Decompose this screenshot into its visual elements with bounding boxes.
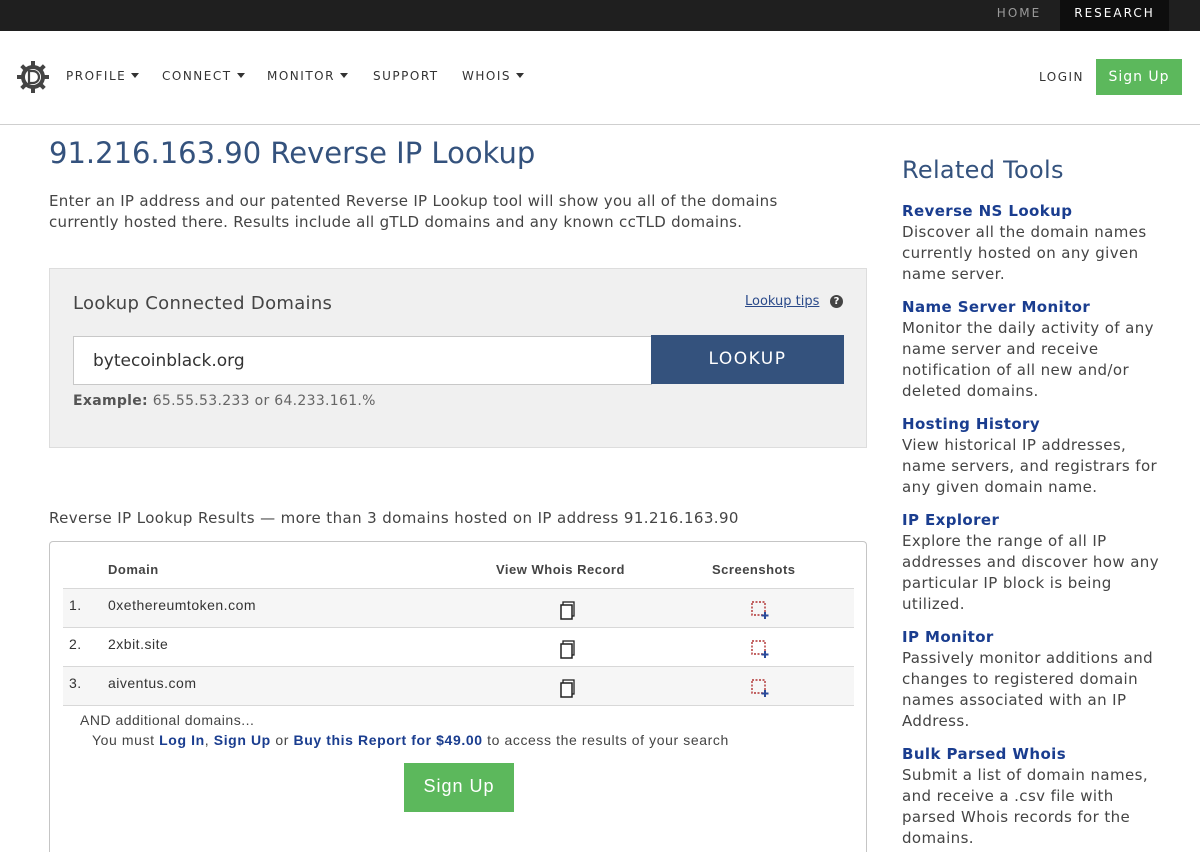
related-tools-title: Related Tools bbox=[902, 156, 1064, 184]
document-icon[interactable] bbox=[560, 679, 576, 698]
tool-description: Explore the range of all IP addresses an… bbox=[902, 532, 1159, 613]
column-header-screenshots: Screenshots bbox=[712, 562, 796, 577]
tool-link[interactable]: Reverse NS Lookup bbox=[902, 201, 1162, 222]
additional-domains-note: AND additional domains... bbox=[80, 712, 255, 728]
lookup-input[interactable] bbox=[73, 336, 652, 385]
signup-results-button[interactable]: Sign Up bbox=[404, 763, 514, 812]
row-domain: 0xethereumtoken.com bbox=[108, 597, 257, 613]
tool-description: View historical IP addresses, name serve… bbox=[902, 436, 1158, 496]
signup-link-inline[interactable]: Sign Up bbox=[214, 732, 271, 748]
tool-description: Submit a list of domain names, and recei… bbox=[902, 766, 1149, 847]
example-text: 65.55.53.233 or 64.233.161.% bbox=[152, 393, 376, 409]
tool-hosting-history: Hosting History View historical IP addre… bbox=[902, 414, 1162, 498]
signup-button[interactable]: Sign Up bbox=[1096, 59, 1182, 95]
table-row: 3. aiventus.com bbox=[63, 666, 854, 705]
top-bar: HOME RESEARCH bbox=[0, 0, 1200, 31]
home-link[interactable]: HOME bbox=[978, 0, 1060, 31]
example-label: Example: bbox=[73, 393, 148, 409]
tool-bulk-parsed-whois: Bulk Parsed Whois Submit a list of domai… bbox=[902, 744, 1162, 849]
tool-link[interactable]: Hosting History bbox=[902, 414, 1162, 435]
row-number: 3. bbox=[69, 675, 82, 691]
lookup-title: Lookup Connected Domains bbox=[73, 293, 333, 314]
tool-link[interactable]: IP Monitor bbox=[902, 627, 1162, 648]
lookup-tips-link[interactable]: Lookup tips bbox=[745, 294, 819, 309]
nav-profile[interactable]: PROFILE bbox=[66, 69, 140, 83]
column-header-whois: View Whois Record bbox=[496, 562, 625, 577]
tool-reverse-ns-lookup: Reverse NS Lookup Discover all the domai… bbox=[902, 201, 1162, 285]
tool-link[interactable]: IP Explorer bbox=[902, 510, 1162, 531]
nav-monitor[interactable]: MONITOR bbox=[267, 69, 348, 83]
login-link-inline[interactable]: Log In bbox=[159, 732, 205, 748]
page-title: 91.216.163.90 Reverse IP Lookup bbox=[49, 136, 536, 170]
intro-text: Enter an IP address and our patented Rev… bbox=[49, 192, 778, 231]
table-divider bbox=[63, 705, 854, 706]
must-prefix: You must bbox=[92, 732, 155, 748]
screenshot-icon[interactable] bbox=[751, 601, 771, 620]
nav-whois-label: WHOIS bbox=[462, 69, 511, 83]
caret-down-icon bbox=[131, 73, 140, 78]
access-message: You must Log In, Sign Up or Buy this Rep… bbox=[92, 732, 729, 748]
nav-monitor-label: MONITOR bbox=[267, 69, 335, 83]
example-hint: Example: 65.55.53.233 or 64.233.161.% bbox=[73, 393, 376, 409]
tool-description: Passively monitor additions and changes … bbox=[902, 649, 1154, 730]
nav-support-label: SUPPORT bbox=[373, 69, 439, 83]
tool-description: Monitor the daily activity of any name s… bbox=[902, 319, 1154, 400]
question-icon[interactable]: ? bbox=[830, 295, 843, 308]
or-text: or bbox=[275, 732, 289, 748]
tool-ip-explorer: IP Explorer Explore the range of all IP … bbox=[902, 510, 1162, 615]
login-link[interactable]: LOGIN bbox=[1039, 70, 1084, 84]
nav-support[interactable]: SUPPORT bbox=[373, 69, 439, 83]
must-suffix: to access the results of your search bbox=[487, 732, 729, 748]
table-row: 1. 0xethereumtoken.com bbox=[63, 588, 854, 627]
main-header: PROFILE CONNECT MONITOR SUPPORT WHOIS LO… bbox=[0, 31, 1200, 125]
research-link[interactable]: RESEARCH bbox=[1060, 0, 1169, 31]
row-domain: aiventus.com bbox=[108, 675, 197, 691]
results-table: Domain View Whois Record Screenshots 1. … bbox=[49, 541, 867, 852]
tool-link[interactable]: Bulk Parsed Whois bbox=[902, 744, 1162, 765]
screenshot-icon[interactable] bbox=[751, 679, 771, 698]
document-icon[interactable] bbox=[560, 601, 576, 620]
comma: , bbox=[204, 732, 210, 748]
nav-whois[interactable]: WHOIS bbox=[462, 69, 524, 83]
tool-name-server-monitor: Name Server Monitor Monitor the daily ac… bbox=[902, 297, 1162, 402]
nav-connect-label: CONNECT bbox=[162, 69, 232, 83]
logo-icon[interactable] bbox=[16, 60, 50, 94]
buy-report-link[interactable]: Buy this Report for $49.00 bbox=[294, 732, 483, 748]
caret-down-icon bbox=[516, 73, 524, 78]
tool-ip-monitor: IP Monitor Passively monitor additions a… bbox=[902, 627, 1162, 732]
nav-connect[interactable]: CONNECT bbox=[162, 69, 245, 83]
lookup-panel: Lookup Connected Domains Lookup tips ? L… bbox=[49, 268, 867, 448]
row-number: 2. bbox=[69, 636, 82, 652]
screenshot-icon[interactable] bbox=[751, 640, 771, 659]
row-number: 1. bbox=[69, 597, 82, 613]
row-domain: 2xbit.site bbox=[108, 636, 169, 652]
lookup-button[interactable]: LOOKUP bbox=[651, 335, 844, 384]
tool-link[interactable]: Name Server Monitor bbox=[902, 297, 1162, 318]
caret-down-icon bbox=[339, 73, 348, 78]
results-heading: Reverse IP Lookup Results — more than 3 … bbox=[49, 509, 739, 527]
tool-description: Discover all the domain names currently … bbox=[902, 223, 1147, 283]
document-icon[interactable] bbox=[560, 640, 576, 659]
caret-down-icon bbox=[236, 73, 245, 78]
column-header-domain: Domain bbox=[108, 562, 159, 577]
nav-profile-label: PROFILE bbox=[66, 69, 127, 83]
table-row: 2. 2xbit.site bbox=[63, 627, 854, 666]
